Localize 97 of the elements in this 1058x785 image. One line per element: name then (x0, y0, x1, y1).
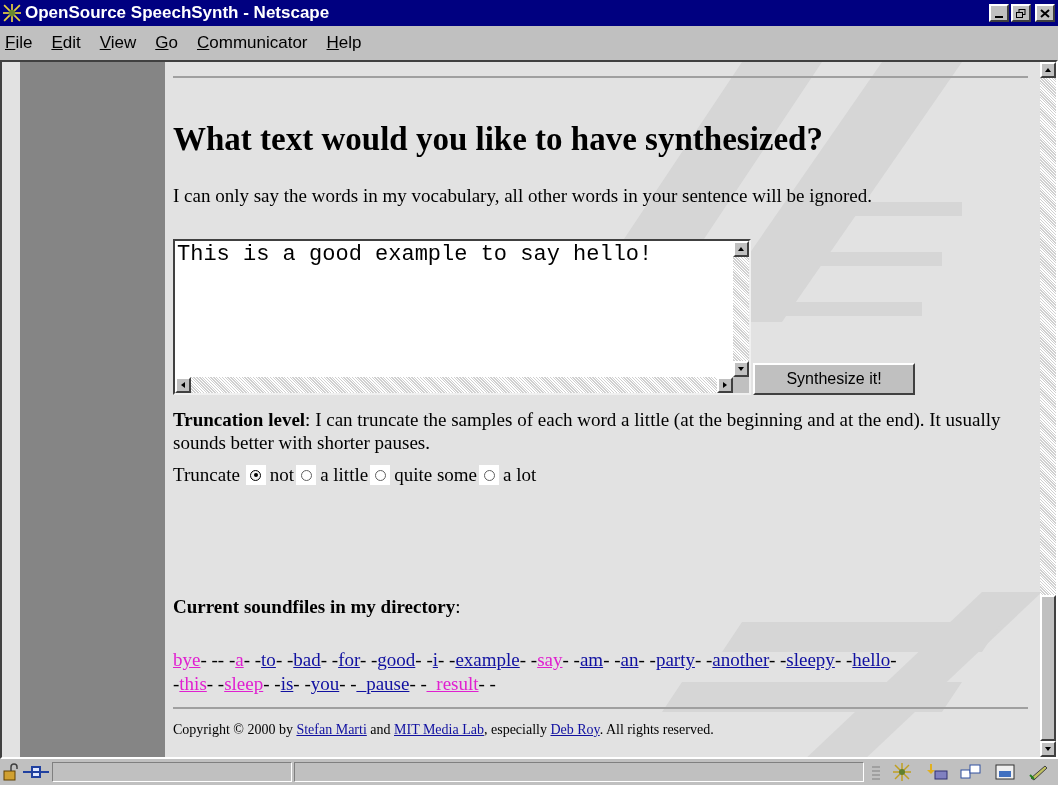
menu-item[interactable]: Go (155, 30, 178, 56)
soundfile-link[interactable]: another (712, 649, 769, 670)
menu-item[interactable]: View (99, 30, 137, 56)
soundfile-link[interactable]: good (377, 649, 416, 670)
grip-icon (872, 764, 880, 780)
separator-text: - - (275, 649, 294, 670)
radio-label: a little (320, 463, 369, 487)
soundfile-link[interactable]: hello (852, 649, 891, 670)
radio-label: a lot (503, 463, 537, 487)
connection-icon[interactable] (22, 763, 50, 781)
scrollbar[interactable] (1040, 62, 1056, 757)
triangle-icon (1044, 67, 1052, 73)
radio-label: not (269, 463, 295, 487)
page-heading: What text would you like to have synthesized? (173, 120, 824, 159)
menu-item[interactable]: Help (326, 30, 362, 56)
footer-link[interactable]: Stefan Marti (296, 722, 367, 737)
soundfiles-heading: Current soundfiles in my directory: (173, 595, 462, 619)
separator-text: - - (768, 649, 787, 670)
intro-text: I can only say the words in my vocabulary, all other words in your sentence will be ignored. (173, 184, 873, 208)
radio-button[interactable] (374, 469, 386, 481)
footer-link[interactable]: MIT Media Lab (394, 722, 484, 737)
separator-text: - - (562, 649, 580, 670)
close-icon (1040, 8, 1050, 18)
soundfile-link[interactable]: to (261, 649, 276, 670)
scroll-down-button[interactable] (733, 361, 749, 377)
footer-text: , especially (483, 722, 548, 737)
scroll-down-button[interactable] (1040, 741, 1056, 757)
separator-text: - - (519, 649, 538, 670)
separator-text: - - (320, 649, 339, 670)
triangle-icon (737, 366, 745, 372)
truncation-text: Truncation level: I can truncate the samples of each word a little (at the beginning and at the end). It usually sounds better with shorter pauses. (173, 408, 1002, 454)
triangle-icon (1044, 746, 1052, 752)
separator-text: - - (206, 673, 225, 694)
separator-text: - - (438, 649, 456, 670)
separator-text: - - (243, 649, 262, 670)
soundfile-link[interactable]: am (579, 649, 604, 670)
soundfile-link[interactable]: _pause (356, 673, 410, 694)
separator-text: - - (603, 649, 621, 670)
separator-text: - - (478, 673, 496, 694)
soundfile-link[interactable]: sleepy (786, 649, 835, 670)
horizontal-scrollbar[interactable] (175, 377, 733, 393)
separator-text: - (890, 649, 897, 670)
scroll-right-button[interactable] (717, 377, 733, 393)
soundfile-link[interactable]: example (455, 649, 520, 670)
menu-item[interactable]: File (5, 30, 33, 56)
scroll-up-button[interactable] (733, 241, 749, 257)
scroll-up-button[interactable] (1040, 62, 1056, 78)
soundfile-link[interactable]: bad (293, 649, 321, 670)
navigator-icon[interactable] (892, 763, 914, 781)
composer-icon[interactable] (994, 763, 1016, 781)
soundfile-link[interactable]: an (620, 649, 639, 670)
separator-text: - - (834, 649, 853, 670)
menu-item[interactable]: Communicator (197, 30, 308, 56)
footer-text: Copyright © 2000 by (173, 722, 294, 737)
separator-text: - - (694, 649, 713, 670)
footer-text: . All rights reserved. (599, 722, 714, 737)
separator-text: - - (638, 649, 656, 670)
text-area[interactable]: This is a good example to say hello! (173, 239, 751, 395)
separator-text: - - (415, 649, 433, 670)
soundfile-link[interactable]: is (280, 673, 294, 694)
padlock-icon[interactable] (2, 763, 20, 781)
footer-link[interactable]: Deb Roy (550, 722, 600, 737)
restore-button[interactable] (1011, 4, 1031, 22)
triangle-icon (737, 246, 745, 252)
footer-text: and (369, 722, 392, 737)
truncate-label: Truncate (173, 463, 240, 487)
mail-icon[interactable] (926, 763, 948, 781)
radio-button[interactable] (483, 469, 495, 481)
separator-text: - - (263, 673, 281, 694)
radio-button[interactable] (250, 469, 262, 481)
netscape-logo-icon (3, 4, 21, 22)
minimize-button[interactable] (989, 4, 1009, 22)
restore-icon (1016, 8, 1026, 18)
chat-icon[interactable] (960, 763, 982, 781)
vertical-scrollbar[interactable] (733, 241, 749, 377)
scrollbar-thumb[interactable] (1040, 595, 1056, 741)
triangle-icon (180, 381, 186, 389)
separator-text: - - (293, 673, 311, 694)
separator-text: - (173, 673, 180, 694)
soundfile-link[interactable]: party (655, 649, 695, 670)
separator-text: - - (409, 673, 427, 694)
separator-text: - - (359, 649, 378, 670)
synthesize-button[interactable]: Synthesize it! (753, 363, 915, 395)
separator-text: - - (339, 673, 357, 694)
triangle-icon (722, 381, 728, 389)
radio-button[interactable] (300, 469, 312, 481)
soundfile-link[interactable]: you (310, 673, 340, 694)
separator-text: - -- - (200, 649, 236, 670)
scroll-left-button[interactable] (175, 377, 191, 393)
menu-item[interactable]: Edit (51, 30, 81, 56)
close-button[interactable] (1035, 4, 1055, 22)
soundfile-link[interactable]: i (432, 649, 438, 670)
window-title: OpenSource SpeechSynth - Netscape (25, 2, 331, 25)
radio-label: quite some (394, 463, 477, 487)
scrollbar-corner (733, 377, 749, 393)
pen-icon[interactable] (1028, 763, 1050, 781)
soundfile-link[interactable]: for (338, 649, 360, 670)
